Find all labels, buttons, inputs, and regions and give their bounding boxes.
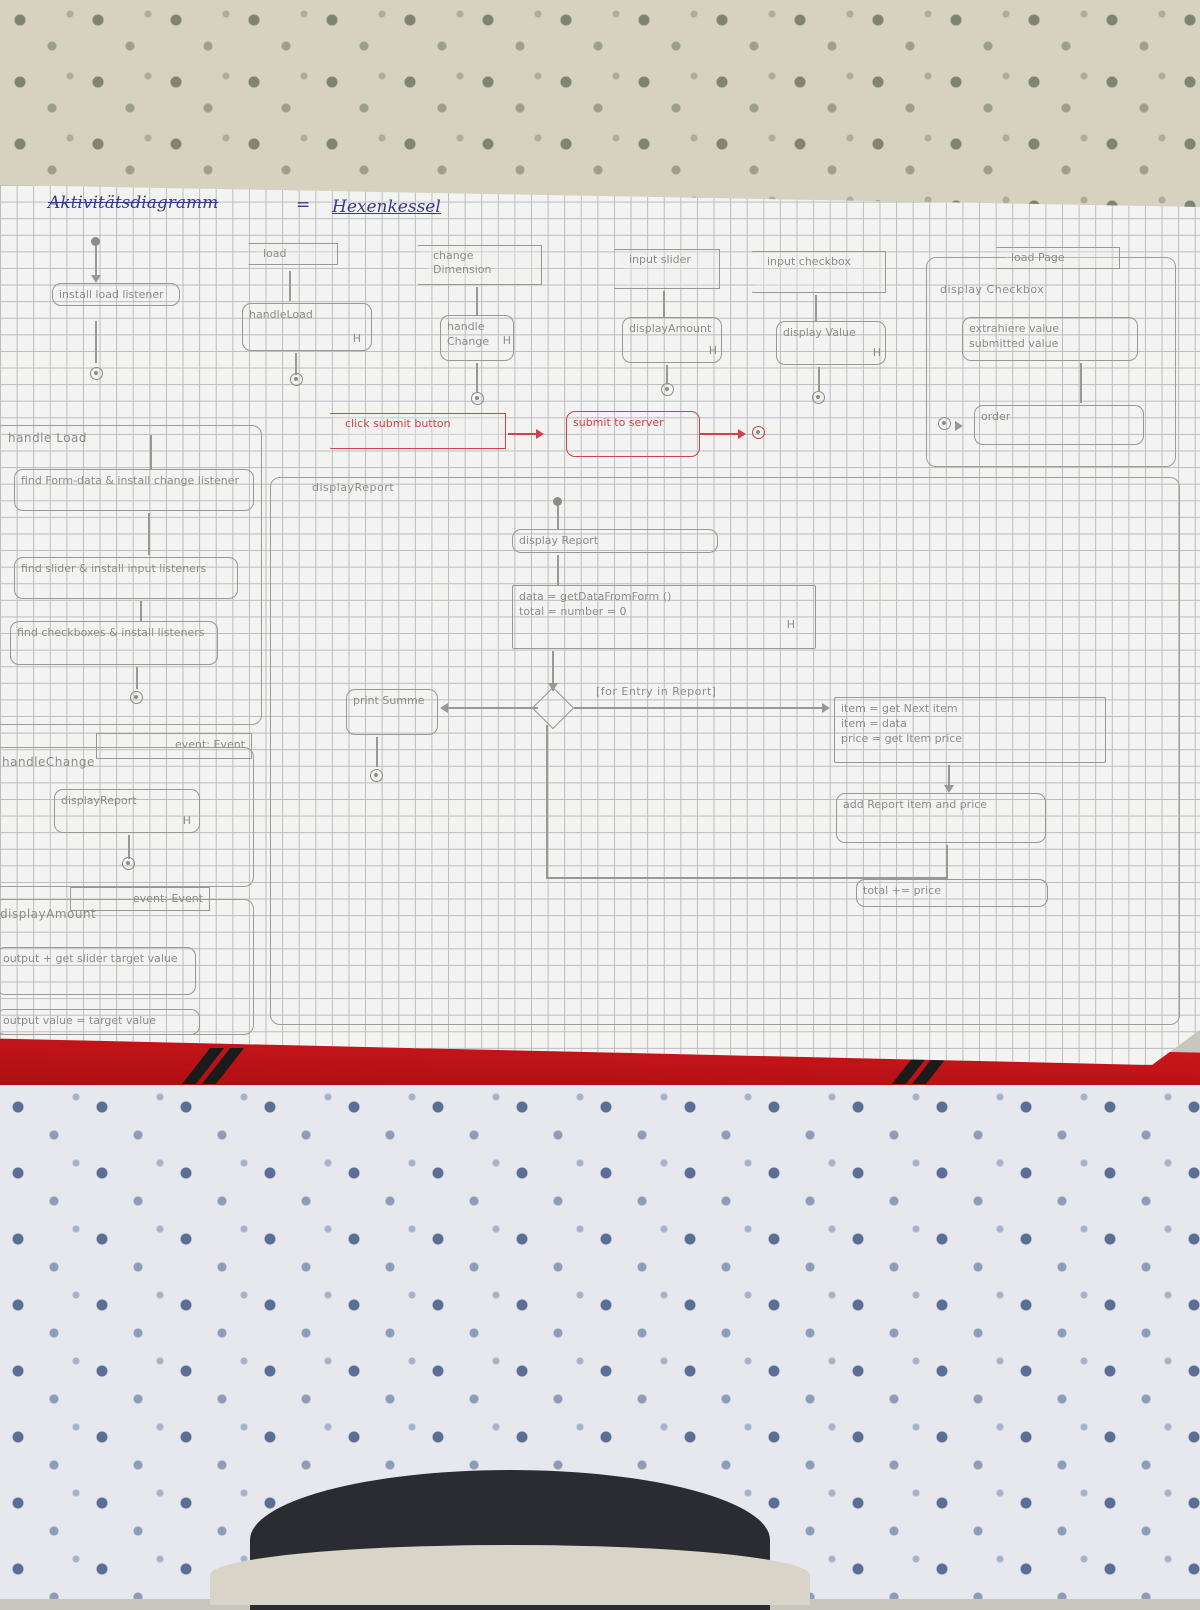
final-node xyxy=(290,373,303,386)
region-label-handle-change: handleChange xyxy=(2,755,95,769)
action-line-2: item = data xyxy=(841,717,907,730)
flow-line xyxy=(376,737,378,767)
signal-input-slider: input slider xyxy=(614,249,720,289)
action-display-report: displayReport H xyxy=(54,789,200,833)
flow-line xyxy=(140,601,142,621)
action-extract-value: extrahiere value submitted value xyxy=(962,317,1138,361)
action-label: displayReport xyxy=(61,794,137,807)
action-label: handle Change xyxy=(447,320,490,348)
event-parameter: event: Event xyxy=(96,733,252,759)
action-output-target: output + get slider target value xyxy=(0,947,196,995)
action-handle-change: handle Change H xyxy=(440,315,514,361)
action-label: display Value xyxy=(783,326,856,339)
action-submit-to-server: submit to server xyxy=(566,411,700,457)
flow-line xyxy=(150,435,152,469)
final-node xyxy=(812,391,825,404)
action-find-slider: find slider & install input listeners xyxy=(14,557,238,599)
flow-arrow xyxy=(955,421,963,431)
graph-paper: Aktivitätsdiagramm = Hexenkessel install… xyxy=(0,185,1200,1065)
flow-line xyxy=(508,433,536,435)
flow-line xyxy=(95,321,97,363)
region-label-display-report: displayReport xyxy=(312,481,395,494)
final-node xyxy=(471,392,484,405)
action-order: order xyxy=(974,405,1144,445)
flow-line xyxy=(289,271,291,301)
action-display-amount: displayAmount H xyxy=(622,317,722,363)
action-handle-load: handleLoad H xyxy=(242,303,372,351)
action-total-price: total += price xyxy=(856,879,1048,907)
signal-click-submit: click submit button xyxy=(330,413,506,449)
region-label-handle-load: handle Load xyxy=(8,431,87,445)
flow-arrow xyxy=(944,785,954,793)
flow-line xyxy=(128,835,130,859)
flow-line xyxy=(666,365,668,383)
diagram-title: Aktivitätsdiagramm xyxy=(48,193,219,213)
signal-change-dimension: change Dimension xyxy=(418,245,542,285)
flow-arrow xyxy=(91,275,101,283)
action-line-2: total = number = 0 xyxy=(519,605,627,618)
action-line-1: data = getDataFromForm () xyxy=(519,590,672,603)
flow-line xyxy=(446,707,538,709)
action-line-2: submitted value xyxy=(969,337,1059,350)
flow-arrow xyxy=(738,429,746,439)
signal-input-checkbox: input checkbox xyxy=(752,251,886,293)
final-node xyxy=(130,691,143,704)
flow-line xyxy=(136,667,138,689)
action-get-data: data = getDataFromForm () total = number… xyxy=(512,585,816,649)
action-line-1: extrahiere value xyxy=(969,322,1060,335)
flow-line xyxy=(476,287,478,315)
final-node xyxy=(938,417,951,430)
signal-load: load xyxy=(248,243,338,265)
action-install-load-listener: install load listener xyxy=(52,283,180,306)
action-find-checkboxes: find checkboxes & install listeners xyxy=(10,621,218,665)
action-find-form-data: find Form-data & install change listener xyxy=(14,469,254,511)
handler-mark: H xyxy=(872,346,881,359)
flow-line xyxy=(574,707,826,709)
diagram-subtitle: Hexenkessel xyxy=(332,197,441,217)
final-node xyxy=(752,426,765,439)
accept-display-report: display Report xyxy=(512,529,718,553)
loop-line xyxy=(546,725,548,877)
flow-line xyxy=(148,513,150,555)
guard-for-entry: [for Entry in Report] xyxy=(596,685,717,698)
action-line-3: price = get Item price xyxy=(841,732,963,745)
flow-line xyxy=(815,295,817,321)
flow-arrow xyxy=(536,429,544,439)
handler-mark: H xyxy=(786,618,795,631)
flow-line xyxy=(818,367,820,391)
action-label: handleLoad xyxy=(249,308,313,321)
handler-mark: H xyxy=(502,334,511,347)
action-print-summe: print Summe xyxy=(346,689,438,735)
action-line-1: item = get Next item xyxy=(841,702,958,715)
knit-fabric xyxy=(210,1545,810,1605)
signal-load-page: load Page xyxy=(996,247,1120,269)
final-node xyxy=(122,857,135,870)
action-label: displayAmount xyxy=(629,322,712,335)
flow-line xyxy=(700,433,738,435)
handler-mark: H xyxy=(708,344,717,357)
action-display-value: display Value H xyxy=(776,321,886,365)
flow-line xyxy=(476,363,478,393)
final-node xyxy=(90,367,103,380)
flow-line xyxy=(295,353,297,375)
handler-mark: H xyxy=(182,814,191,827)
title-separator: = xyxy=(296,195,311,215)
flow-line xyxy=(557,505,559,529)
flow-line xyxy=(946,845,948,877)
flow-arrow xyxy=(822,703,830,713)
action-output-value: output value = target value xyxy=(0,1009,200,1035)
final-node xyxy=(370,769,383,782)
flow-line xyxy=(1080,363,1082,403)
final-node xyxy=(661,383,674,396)
flow-arrow xyxy=(440,703,448,713)
handler-mark: H xyxy=(352,332,361,345)
flow-line xyxy=(557,555,559,585)
action-get-next-item: item = get Next item item = data price =… xyxy=(834,697,1106,763)
flow-line xyxy=(663,291,665,317)
event-parameter: event: Event xyxy=(70,887,210,911)
accept-display-checkbox: display Checkbox xyxy=(940,283,1045,296)
action-add-report: add Report item and price xyxy=(836,793,1046,843)
